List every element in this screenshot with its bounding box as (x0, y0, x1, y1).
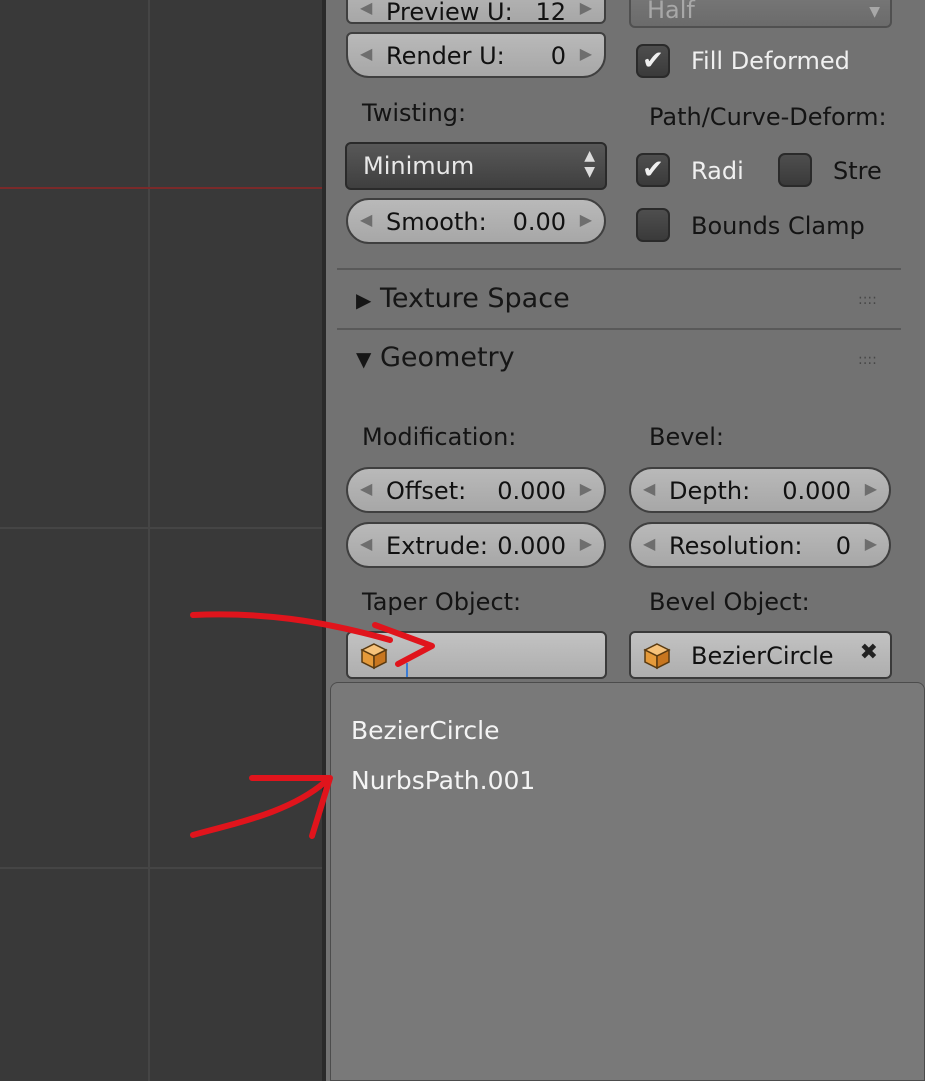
annotation-arrow (190, 775, 333, 839)
annotation-arrow (190, 611, 435, 667)
annotation-arrows (190, 611, 435, 839)
